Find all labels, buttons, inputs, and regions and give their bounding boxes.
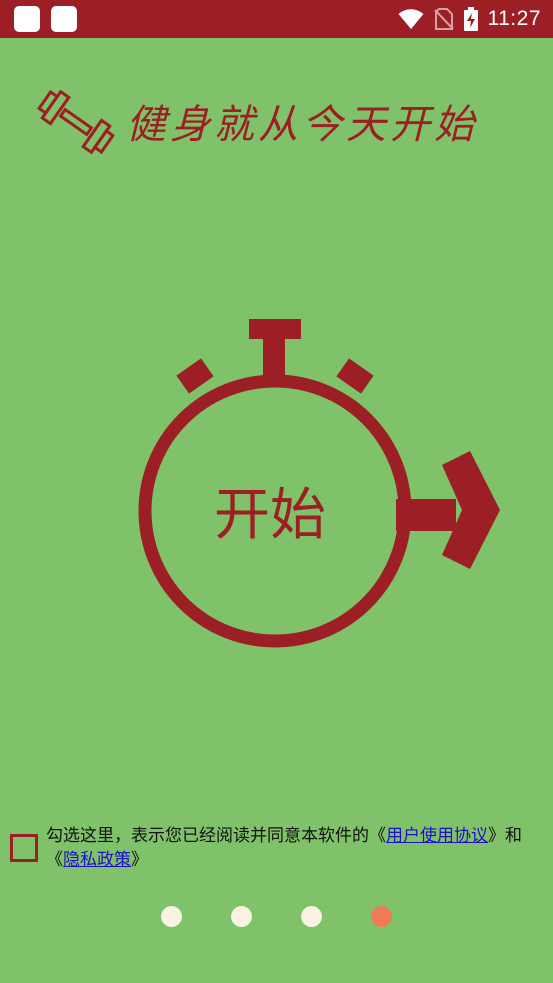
privacy-policy-link[interactable]: 隐私政策 [63,850,131,870]
welcome-screen: 11:27 健身就从今天开始 开始 勾选这里，表示您已经阅读并同意本软件的《用户… [0,0,553,983]
start-button[interactable]: 开始 [132,315,512,655]
app-header: 健身就从今天开始 [36,78,526,168]
status-icons: 11:27 [398,0,542,38]
status-time: 11:27 [487,7,541,30]
consent-suffix: 》 [131,850,148,870]
battery-charging-icon [463,7,478,31]
page-dot[interactable] [161,906,182,927]
start-label: 开始 [214,482,326,548]
header-title: 健身就从今天开始 [126,102,478,148]
app-notification-icon [51,6,77,32]
page-indicator [0,906,553,928]
dumbbell-icon [37,89,115,155]
status-bar: 11:27 [0,0,553,38]
consent-prefix: 勾选这里，表示您已经阅读并同意本软件的《 [46,826,386,846]
wifi-icon [398,9,423,29]
app-notification-icon [14,6,40,32]
no-sim-icon [433,8,454,30]
page-dot[interactable] [231,906,252,927]
user-agreement-link[interactable]: 用户使用协议 [386,826,488,846]
consent-text: 勾选这里，表示您已经阅读并同意本软件的《用户使用协议》和《隐私政策》 [46,824,546,872]
consent-checkbox[interactable] [10,834,38,862]
page-dot[interactable] [301,906,322,927]
page-dot[interactable] [371,906,392,927]
